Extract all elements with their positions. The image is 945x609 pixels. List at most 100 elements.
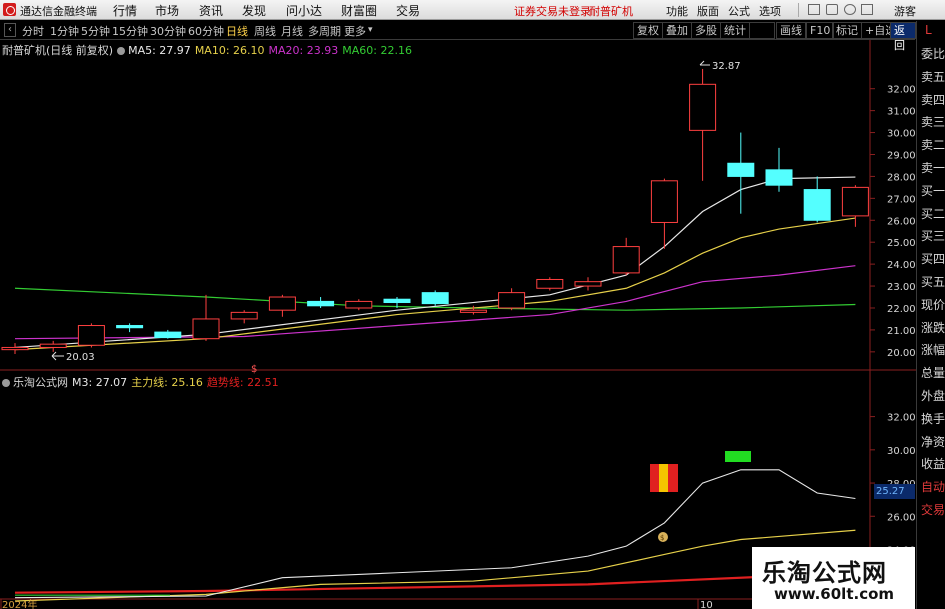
right-tab-3[interactable]: 卖三 <box>921 113 945 130</box>
menu-formula[interactable]: 公式 <box>728 3 750 19</box>
period-5min[interactable]: 5分钟 <box>81 23 110 39</box>
menu-function[interactable]: 功能 <box>666 3 688 19</box>
period-15min[interactable]: 15分钟 <box>112 23 148 39</box>
candle-body[interactable] <box>803 189 831 221</box>
candle-body[interactable] <box>459 309 487 313</box>
kline-chart[interactable]: 32.00 31.00 30.00 29.00 28.00 27.00 26.00 25.00… <box>0 40 945 609</box>
y-tick-label: 29.00 <box>887 150 916 161</box>
menu-options[interactable]: 选项 <box>759 3 781 19</box>
candle-body[interactable] <box>421 292 449 305</box>
period-weekly[interactable]: 周线 <box>254 23 276 39</box>
right-tab-8[interactable]: 买三 <box>921 227 945 244</box>
menu-news[interactable]: 资讯 <box>199 2 223 19</box>
period-daily[interactable]: 日线 <box>226 23 248 39</box>
menu-trade[interactable]: 交易 <box>396 2 420 19</box>
menu-discover[interactable]: 发现 <box>242 2 266 19</box>
right-tab-2[interactable]: 卖四 <box>921 91 945 108</box>
right-tab-5[interactable]: 卖一 <box>921 159 945 176</box>
candle-body[interactable] <box>498 292 526 309</box>
period-30min[interactable]: 30分钟 <box>150 23 186 39</box>
more-dropdown-icon[interactable]: ▾ <box>368 25 373 35</box>
candle-body[interactable] <box>612 246 640 274</box>
tool-adjust[interactable]: 复权 <box>633 22 663 39</box>
period-more[interactable]: 更多 <box>344 23 366 39</box>
right-tab-20[interactable]: 交易 <box>921 501 945 518</box>
right-tab-15[interactable]: 外盘 <box>921 387 945 404</box>
y-tick-label: 31.00 <box>887 107 916 118</box>
tool-stats[interactable]: 统计 <box>720 22 750 39</box>
ma5-legend: MA5: 27.97 <box>128 44 191 57</box>
candle-body[interactable] <box>77 325 105 346</box>
candle-body[interactable] <box>650 180 678 223</box>
period-toolbar: ‹ 分时 1分钟 5分钟 15分钟 30分钟 60分钟 日线 周线 月线 多周期… <box>0 21 916 52</box>
candle-body[interactable] <box>574 281 602 287</box>
candle-body[interactable] <box>345 300 373 309</box>
candle-body[interactable] <box>268 296 296 311</box>
candle-body[interactable] <box>307 300 335 307</box>
high-arrow-icon <box>699 60 710 66</box>
message-icon[interactable] <box>826 4 838 15</box>
menu-layout[interactable]: 版面 <box>697 3 719 19</box>
x-month-label: 10 <box>700 600 713 609</box>
guest-user[interactable]: 游客 <box>894 3 916 19</box>
y-tick-label: 25.00 <box>887 238 916 249</box>
sub-legend-title: 乐淘公式网 <box>13 376 68 389</box>
tool-extra[interactable] <box>749 22 775 39</box>
right-tab-6[interactable]: 买一 <box>921 182 945 199</box>
fullscreen-icon[interactable] <box>861 4 873 15</box>
window-layout-icon[interactable] <box>808 4 820 15</box>
period-1min[interactable]: 1分钟 <box>50 23 79 39</box>
candle-body[interactable] <box>192 318 220 340</box>
y-tick-label: 20.00 <box>887 348 916 359</box>
tool-f10[interactable]: F10 <box>806 22 835 39</box>
main-force-line <box>14 529 856 602</box>
right-tab-17[interactable]: 净资 <box>921 433 945 450</box>
period-timeshare[interactable]: 分时 <box>22 23 44 39</box>
login-status[interactable]: 证券交易未登录 <box>514 3 591 19</box>
right-tab-7[interactable]: 买二 <box>921 205 945 222</box>
menu-ask[interactable]: 问小达 <box>286 2 322 19</box>
right-tab-9[interactable]: 买四 <box>921 250 945 267</box>
settings-icon[interactable] <box>844 4 856 15</box>
right-tab-10[interactable]: 买五 <box>921 273 945 290</box>
right-tab-13[interactable]: 涨幅 <box>921 341 945 358</box>
right-tab-12[interactable]: 涨跌 <box>921 319 945 336</box>
candle-body[interactable] <box>39 343 67 348</box>
candle-body[interactable] <box>230 311 258 320</box>
tool-mark[interactable]: 标记 <box>832 22 862 39</box>
sub-legend-toggle-icon[interactable] <box>2 379 10 387</box>
tool-draw[interactable]: 画线 <box>776 22 806 39</box>
candle-body[interactable] <box>116 325 144 329</box>
ma20-legend: MA20: 23.93 <box>268 44 339 57</box>
period-multi[interactable]: 多周期 <box>308 23 341 39</box>
candle-body[interactable] <box>383 298 411 304</box>
period-monthly[interactable]: 月线 <box>281 23 303 39</box>
candle-body[interactable] <box>689 83 717 131</box>
candle-body[interactable] <box>841 186 869 217</box>
tool-multi-stock[interactable]: 多股 <box>691 22 721 39</box>
right-tab-14[interactable]: 总量 <box>921 364 945 381</box>
right-tab-19[interactable]: 自动 <box>921 478 945 495</box>
right-tab-11[interactable]: 现价 <box>921 296 945 313</box>
menu-exchange[interactable]: 市场 <box>155 2 179 19</box>
collapse-arrow-icon[interactable]: ‹ <box>4 23 16 37</box>
right-tab-16[interactable]: 换手 <box>921 410 945 427</box>
tool-back[interactable]: 返回 <box>890 22 916 52</box>
legend-toggle-icon[interactable] <box>117 47 126 55</box>
candle-body[interactable] <box>727 162 755 177</box>
chart-area[interactable]: 32.00 31.00 30.00 29.00 28.00 27.00 26.00 25.00… <box>0 40 945 609</box>
period-60min[interactable]: 60分钟 <box>188 23 224 39</box>
candle-body[interactable] <box>1 346 29 351</box>
right-tab-4[interactable]: 卖二 <box>921 136 945 153</box>
right-tab-0[interactable]: 委比 <box>921 45 945 62</box>
menu-fortune[interactable]: 财富圈 <box>341 2 377 19</box>
right-tab-18[interactable]: 收益 <box>921 455 945 472</box>
low-arrow-icon <box>51 351 64 361</box>
menu-market[interactable]: 行情 <box>113 2 137 19</box>
candle-body[interactable] <box>154 331 182 339</box>
right-tab-1[interactable]: 卖五 <box>921 68 945 85</box>
level-indicator[interactable]: L <box>925 23 932 37</box>
candle-body[interactable] <box>765 169 793 186</box>
tool-overlay[interactable]: 叠加 <box>662 22 692 39</box>
candle-body[interactable] <box>536 278 564 289</box>
